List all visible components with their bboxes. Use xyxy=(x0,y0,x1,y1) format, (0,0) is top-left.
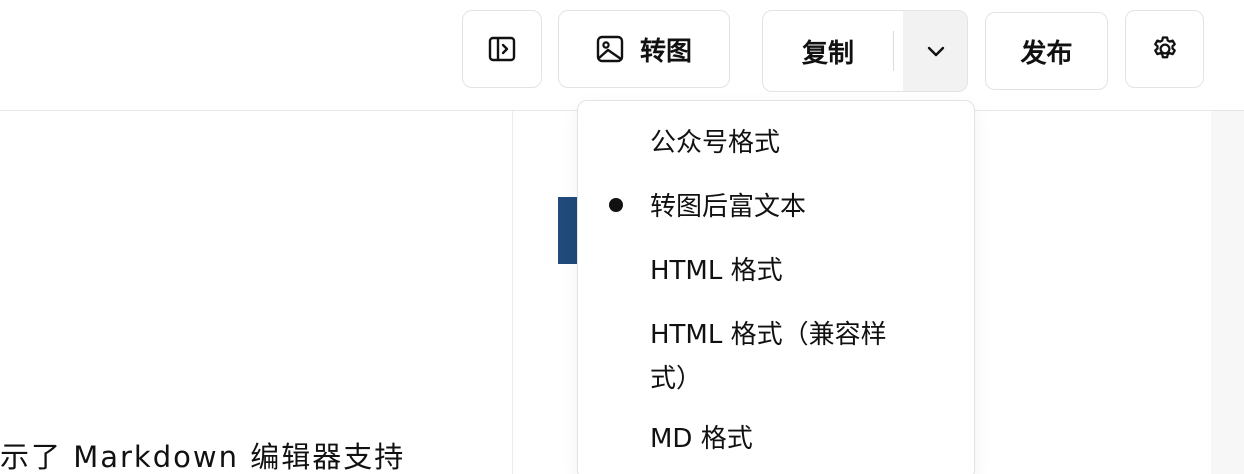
copy-format-menu: 公众号格式 转图后富文本 HTML 格式 HTML 格式（兼容样式） MD 格式 xyxy=(577,100,975,474)
image-icon xyxy=(596,35,624,63)
menu-item-wechat-format[interactable]: 公众号格式 xyxy=(650,121,780,165)
publish-button[interactable]: 发布 xyxy=(985,12,1108,90)
copy-format-dropdown-toggle[interactable] xyxy=(903,11,967,91)
convert-label: 转图 xyxy=(639,36,692,67)
sidebar-toggle-icon xyxy=(488,35,516,63)
menu-item-md-format[interactable]: MD 格式 xyxy=(650,417,753,461)
copy-separator xyxy=(893,31,894,71)
editor-content-text[interactable]: 示了 Markdown 编辑器支持 xyxy=(0,434,405,474)
menu-item-rich-text-after-image[interactable]: 转图后富文本 xyxy=(650,185,806,229)
sidebar-toggle-button[interactable] xyxy=(462,10,542,88)
preview-scroll-gutter xyxy=(1211,111,1244,474)
app-page: 转图 复制 发布 示了 Markdown 编辑器支持 公众号格式 转图后富文本 … xyxy=(0,0,1244,474)
menu-item-html-compatible-format[interactable]: HTML 格式（兼容样式） xyxy=(650,313,920,401)
gear-icon xyxy=(1150,34,1180,64)
publish-label: 发布 xyxy=(1020,38,1073,69)
copy-split-button: 复制 xyxy=(762,10,968,92)
menu-item-html-format[interactable]: HTML 格式 xyxy=(650,249,783,293)
selected-dot-icon xyxy=(609,198,623,212)
chevron-down-icon xyxy=(924,39,948,63)
copy-button[interactable]: 复制 xyxy=(763,11,893,91)
settings-button[interactable] xyxy=(1125,10,1204,88)
copy-label: 复制 xyxy=(801,38,854,69)
convert-to-image-button[interactable]: 转图 xyxy=(558,10,730,88)
